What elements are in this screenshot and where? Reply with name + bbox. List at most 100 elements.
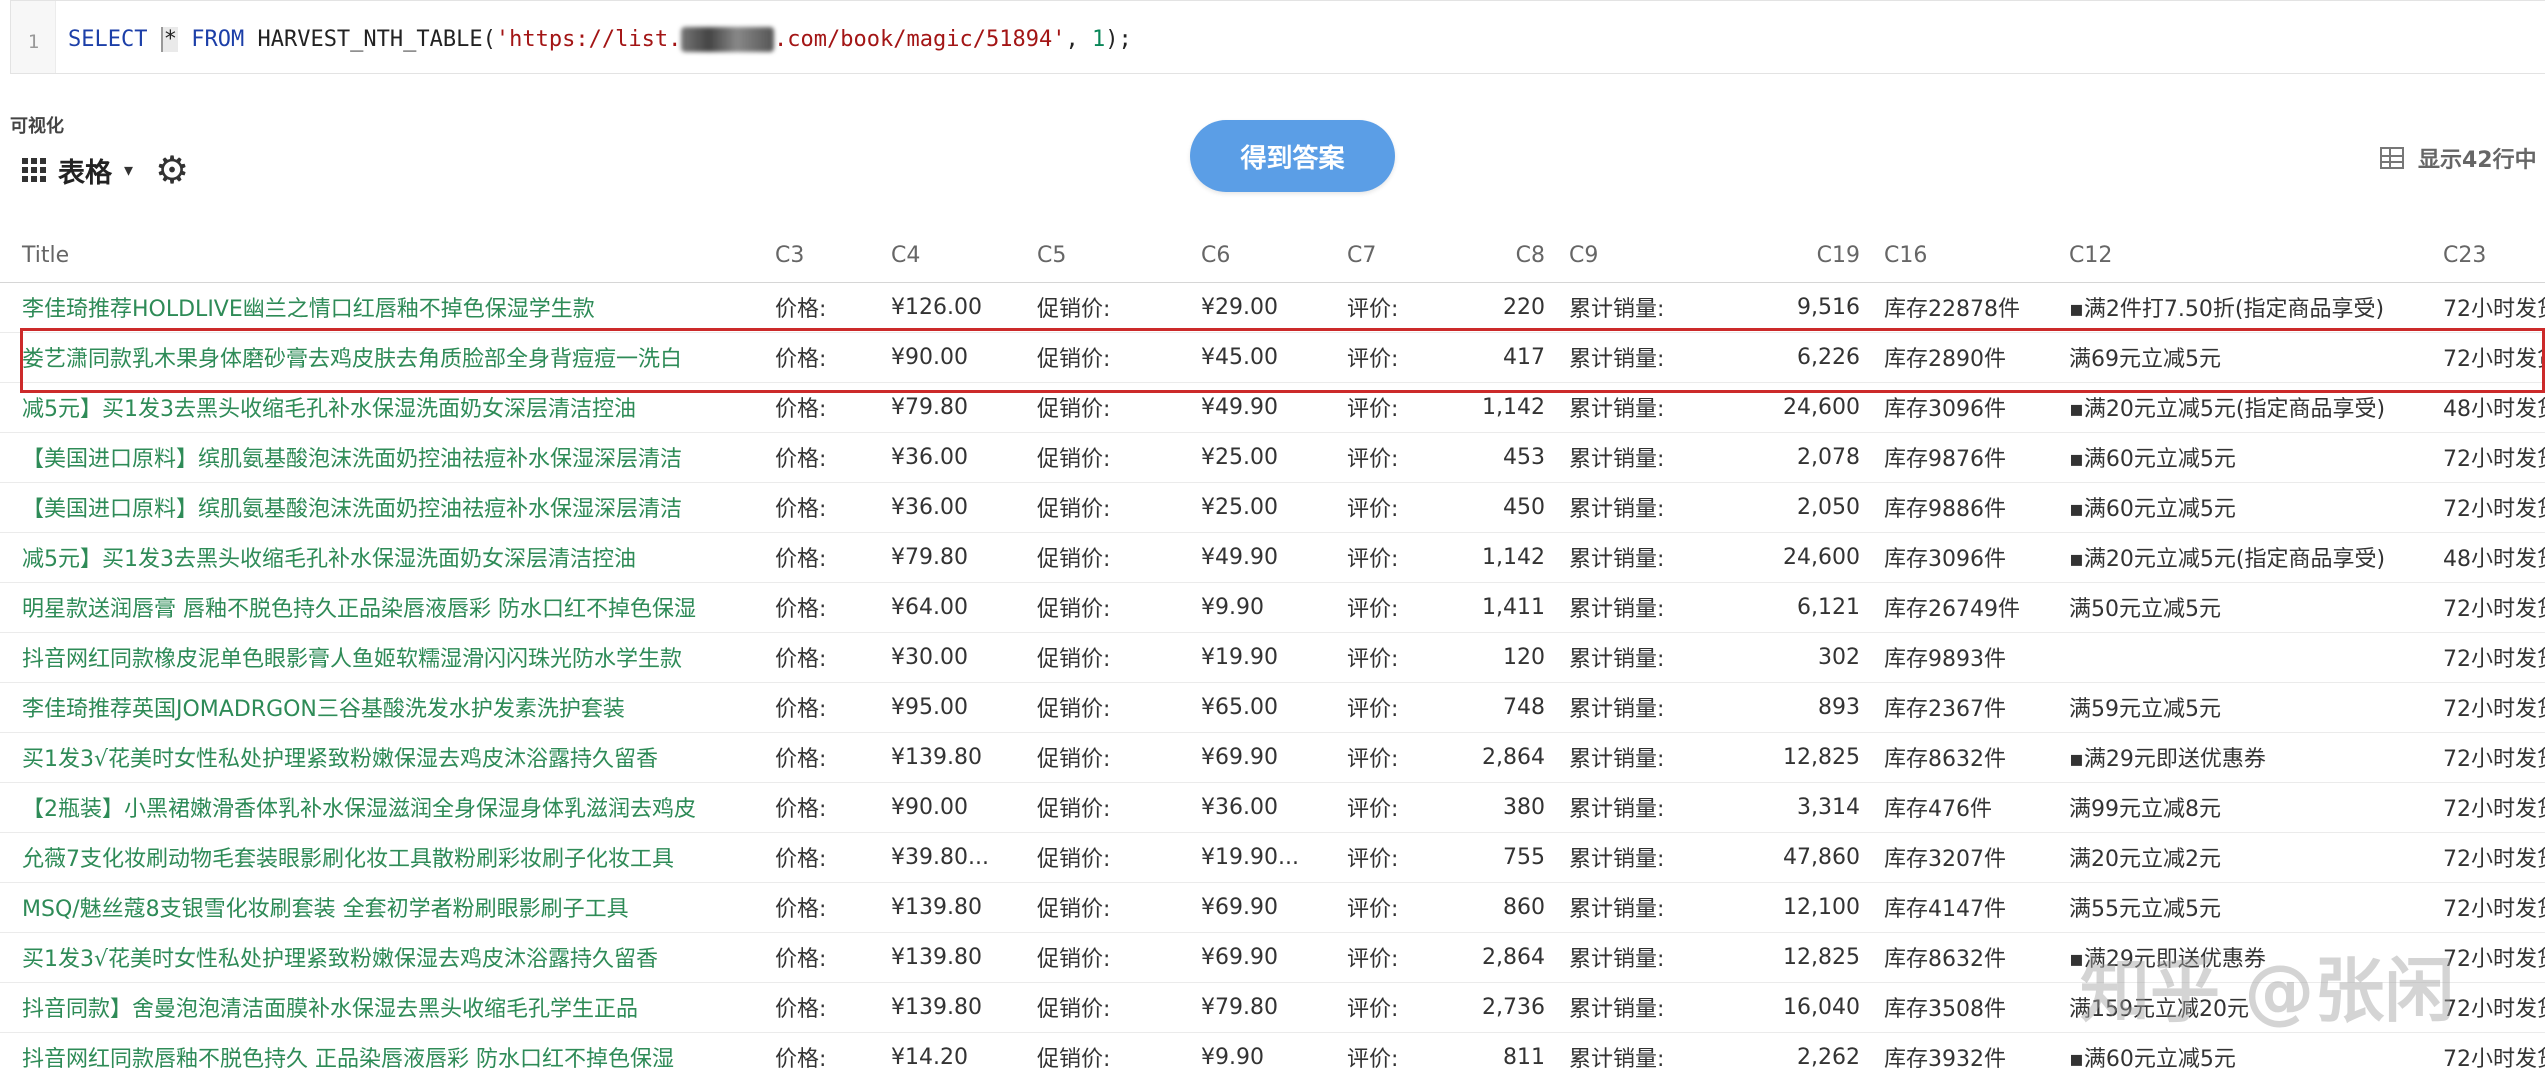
table-row[interactable]: 买1发3√花美时女性私处护理紧致粉嫩保湿去鸡皮沐浴露持久留香 价格: ¥139.80… <box>0 932 2545 983</box>
column-header-c7[interactable]: C7 <box>1335 230 1449 283</box>
function-call: HARVEST_NTH_TABLE( <box>244 27 496 52</box>
url-string-start: 'https://list. <box>495 27 682 52</box>
table-row[interactable]: 减5元】买1发3去黑头收缩毛孔补水保湿洗面奶女深层清洁控油 价格: ¥79.80 促销… <box>0 532 2545 583</box>
table-cell-c4: ¥39.80... <box>879 832 1025 883</box>
table-cell-c19: 9,516 <box>1742 282 1872 333</box>
table-cell-c19: 12,100 <box>1742 882 1872 933</box>
table-row[interactable]: 允薇7支化妆刷动物毛套装眼影刷化妆工具散粉刷彩妆刷子化妆工具 价格: ¥39.80.… <box>0 832 2545 883</box>
column-header-c8[interactable]: C8 <box>1449 230 1557 283</box>
table-cell-title: 明星款送润唇膏 唇釉不脱色持久正品染唇液唇彩 防水口红不掉色保湿 <box>0 582 763 633</box>
table-cell-title: 抖音网红同款橡皮泥单色眼影膏人鱼姬软糯湿滑闪闪珠光防水学生款 <box>0 632 763 683</box>
table-cell-c19: 6,226 <box>1742 332 1872 383</box>
table-cell-c8: 417 <box>1449 332 1557 383</box>
column-header-title[interactable]: Title <box>0 230 763 283</box>
table-cell-c3: 价格: <box>763 382 879 433</box>
table-row[interactable]: 明星款送润唇膏 唇釉不脱色持久正品染唇液唇彩 防水口红不掉色保湿 价格: ¥64.0… <box>0 582 2545 633</box>
table-cell-c5: 促销价: <box>1025 482 1189 533</box>
table-cell-c4: ¥30.00 <box>879 632 1025 683</box>
table-cell-c7: 评价: <box>1335 582 1449 633</box>
table-cell-c3: 价格: <box>763 682 879 733</box>
column-header-c9[interactable]: C9 <box>1557 230 1742 283</box>
results-table-container[interactable]: Title C3 C4 C5 C6 C7 C8 C9 C19 C16 C12 C23 李佳琦推荐HOL… <box>0 230 2545 1082</box>
get-answer-button[interactable]: 得到答案 <box>1190 120 1395 192</box>
table-cell-c9: 累计销量: <box>1557 332 1742 383</box>
column-header-c5[interactable]: C5 <box>1025 230 1189 283</box>
table-row[interactable]: 【2瓶装】小黑裙嫩滑香体乳补水保湿滋润全身保湿身体乳滋润去鸡皮 价格: ¥90.00… <box>0 782 2545 833</box>
table-cell-title: 娄艺潇同款乳木果身体磨砂膏去鸡皮肤去角质脸部全身背痘痘一洗白 <box>0 332 763 383</box>
table-cell-c23: 72小时发货 <box>2431 882 2545 933</box>
table-cell-c3: 价格: <box>763 482 879 533</box>
table-cell-c8: 220 <box>1449 282 1557 333</box>
table-cell-c12: 满99元立减8元 <box>2057 782 2431 833</box>
column-header-c3[interactable]: C3 <box>763 230 879 283</box>
table-cell-c5: 促销价: <box>1025 782 1189 833</box>
table-cell-c9: 累计销量: <box>1557 532 1742 583</box>
table-cell-c9: 累计销量: <box>1557 1032 1742 1082</box>
table-cell-title: 【美国进口原料】缤肌氨基酸泡沫洗面奶控油祛痘补水保湿深层清洁 <box>0 432 763 483</box>
table-cell-c23: 72小时发货 <box>2431 932 2545 983</box>
table-cell-c16: 库存3096件 <box>1872 382 2057 433</box>
table-cell-c19: 24,600 <box>1742 532 1872 583</box>
chevron-down-icon: ▾ <box>124 159 134 181</box>
table-row[interactable]: 抖音网红同款唇釉不脱色持久 正品染唇液唇彩 防水口红不掉色保湿 价格: ¥14.20… <box>0 1032 2545 1082</box>
table-cell-c9: 累计销量: <box>1557 632 1742 683</box>
view-type-label: 表格 <box>58 157 112 189</box>
table-row[interactable]: 【美国进口原料】缤肌氨基酸泡沫洗面奶控油祛痘补水保湿深层清洁 价格: ¥36.00 促… <box>0 482 2545 533</box>
table-cell-c19: 2,078 <box>1742 432 1872 483</box>
table-cell-c6: ¥25.00 <box>1189 482 1335 533</box>
table-icon <box>2380 147 2404 169</box>
table-cell-c8: 755 <box>1449 832 1557 883</box>
table-row[interactable]: 抖音同款】舍曼泡泡清洁面膜补水保湿去黑头收缩毛孔学生正品 价格: ¥139.80 促销… <box>0 982 2545 1033</box>
column-header-c6[interactable]: C6 <box>1189 230 1335 283</box>
table-cell-c6: ¥36.00 <box>1189 782 1335 833</box>
table-cell-c19: 2,262 <box>1742 1032 1872 1082</box>
table-cell-c7: 评价: <box>1335 882 1449 933</box>
table-cell-c7: 评价: <box>1335 432 1449 483</box>
table-cell-c23: 72小时发货 <box>2431 982 2545 1033</box>
results-table: Title C3 C4 C5 C6 C7 C8 C9 C19 C16 C12 C23 李佳琦推荐HOL… <box>0 230 2545 1082</box>
column-header-c19[interactable]: C19 <box>1742 230 1872 283</box>
table-cell-c12: ▪满20元立减5元(指定商品享受) <box>2057 532 2431 583</box>
table-row[interactable]: MSQ/魅丝蔻8支银雪化妆刷套装 全套初学者粉刷眼影刷子工具 价格: ¥139.80… <box>0 882 2545 933</box>
table-cell-c5: 促销价: <box>1025 832 1189 883</box>
table-row[interactable]: 李佳琦推荐英国JOMADRGON三谷基酸洗发水护发素洗护套装 价格: ¥95.00 促… <box>0 682 2545 733</box>
table-cell-c23: 72小时发货 <box>2431 732 2545 783</box>
sql-editor[interactable]: 1 SELECT * FROM HARVEST_NTH_TABLE('https… <box>10 0 2545 74</box>
column-header-c23[interactable]: C23 <box>2431 230 2545 283</box>
table-cell-c16: 库存476件 <box>1872 782 2057 833</box>
table-cell-c3: 价格: <box>763 732 879 783</box>
table-cell-c6: ¥9.90 <box>1189 582 1335 633</box>
table-row[interactable]: 娄艺潇同款乳木果身体磨砂膏去鸡皮肤去角质脸部全身背痘痘一洗白 价格: ¥90.00 促… <box>0 332 2545 383</box>
closing: ); <box>1105 27 1132 52</box>
table-cell-c9: 累计销量: <box>1557 432 1742 483</box>
table-cell-c3: 价格: <box>763 582 879 633</box>
column-header-c12[interactable]: C12 <box>2057 230 2431 283</box>
view-type-dropdown[interactable]: 表格 ▾ ⚙ <box>22 148 189 192</box>
column-header-c16[interactable]: C16 <box>1872 230 2057 283</box>
table-cell-c16: 库存4147件 <box>1872 882 2057 933</box>
table-cell-c23: 72小时发货 <box>2431 332 2545 383</box>
table-cell-c6: ¥19.90 <box>1189 632 1335 683</box>
table-row[interactable]: 李佳琦推荐HOLDLIVE幽兰之情口红唇釉不掉色保湿学生款 价格: ¥126.00 促… <box>0 282 2545 333</box>
column-header-c4[interactable]: C4 <box>879 230 1025 283</box>
table-row[interactable]: 买1发3√花美时女性私处护理紧致粉嫩保湿去鸡皮沐浴露持久留香 价格: ¥139.80… <box>0 732 2545 783</box>
table-cell-c16: 库存26749件 <box>1872 582 2057 633</box>
sql-code[interactable]: SELECT * FROM HARVEST_NTH_TABLE('https:/… <box>68 27 1132 52</box>
gear-icon[interactable]: ⚙ <box>155 151 189 189</box>
table-cell-c23: 72小时发货 <box>2431 1032 2545 1082</box>
table-body: 李佳琦推荐HOLDLIVE幽兰之情口红唇釉不掉色保湿学生款 价格: ¥126.00 促… <box>0 282 2545 1082</box>
table-cell-title: 李佳琦推荐HOLDLIVE幽兰之情口红唇釉不掉色保湿学生款 <box>0 282 763 333</box>
table-row[interactable]: 抖音网红同款橡皮泥单色眼影膏人鱼姬软糯湿滑闪闪珠光防水学生款 价格: ¥30.00 促… <box>0 632 2545 683</box>
table-cell-c7: 评价: <box>1335 932 1449 983</box>
table-cell-c5: 促销价: <box>1025 532 1189 583</box>
table-cell-title: MSQ/魅丝蔻8支银雪化妆刷套装 全套初学者粉刷眼影刷子工具 <box>0 882 763 933</box>
table-row[interactable]: 【美国进口原料】缤肌氨基酸泡沫洗面奶控油祛痘补水保湿深层清洁 价格: ¥36.00 促… <box>0 432 2545 483</box>
table-cell-c23: 72小时发货 <box>2431 282 2545 333</box>
table-cell-c19: 2,050 <box>1742 482 1872 533</box>
table-cell-c9: 累计销量: <box>1557 732 1742 783</box>
keyword-select: SELECT <box>68 27 148 52</box>
table-cell-title: 抖音网红同款唇釉不脱色持久 正品染唇液唇彩 防水口红不掉色保湿 <box>0 1032 763 1082</box>
visualization-label: 可视化 <box>10 116 64 137</box>
table-cell-c16: 库存3207件 <box>1872 832 2057 883</box>
table-row[interactable]: 减5元】买1发3去黑头收缩毛孔补水保湿洗面奶女深层清洁控油 价格: ¥79.80 促销… <box>0 382 2545 433</box>
